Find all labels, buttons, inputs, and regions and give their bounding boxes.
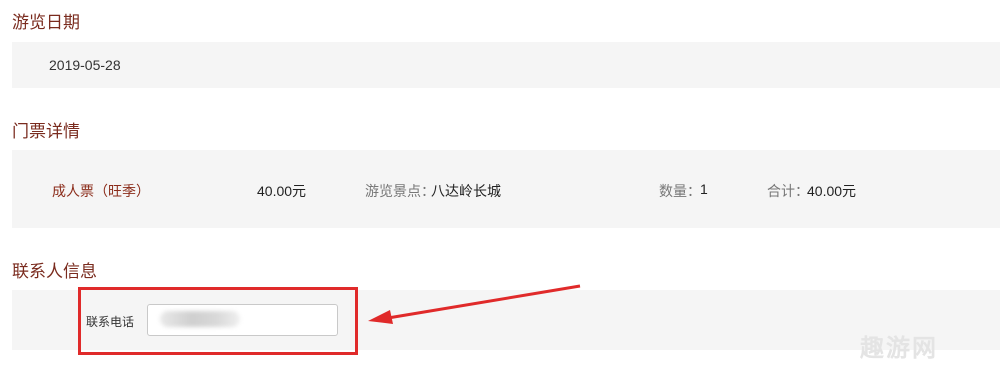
watermark: 趣游网: [860, 335, 938, 362]
ticket-name: 成人票（旺季）: [52, 183, 150, 199]
highlight-box: [78, 287, 358, 355]
visit-date-title: 游览日期: [12, 13, 80, 32]
ticket-spot-label: 游览景点：: [365, 183, 435, 199]
ticket-quantity-value: 1: [700, 181, 708, 197]
ticket-spot-value: 八达岭长城: [431, 183, 501, 199]
ticket-details-title: 门票详情: [12, 122, 80, 141]
ticket-quantity-label: 数量：: [659, 183, 701, 199]
visit-date-value: 2019-05-28: [49, 57, 121, 73]
visit-date-panel: [12, 42, 1000, 88]
contact-info-title: 联系人信息: [12, 262, 97, 281]
ticket-total-value: 40.00元: [807, 183, 857, 199]
ticket-price: 40.00元: [257, 183, 307, 199]
annotation-arrow-icon: [368, 284, 581, 324]
ticket-total-label: 合计：: [767, 183, 809, 199]
